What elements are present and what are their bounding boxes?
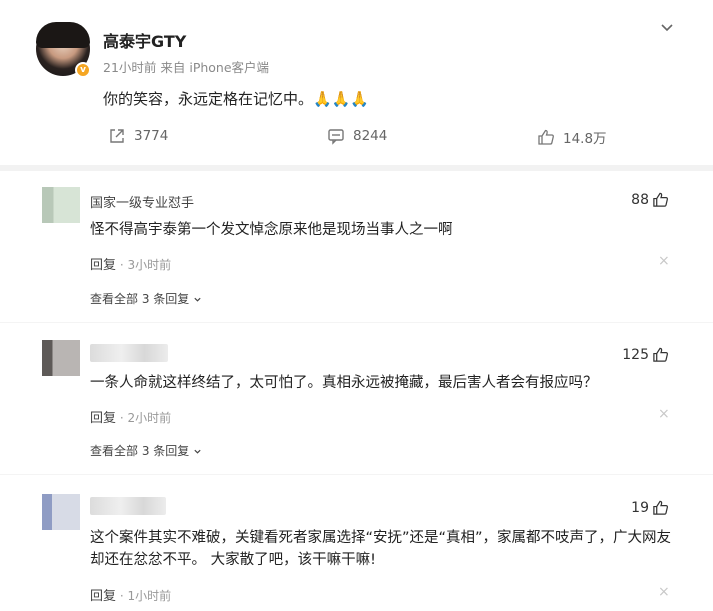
post-meta: 21小时前 来自 iPhone客户端 [103, 60, 270, 75]
author-avatar-hair [36, 22, 90, 48]
comment-text: 这个案件其实不难破，关键看死者家属选择“安抚”还是“真相”，家属都不吱声了，广大… [90, 530, 672, 568]
comment-footer: 回复 · 1小时前 [90, 585, 171, 604]
chevron-down-small-icon [194, 449, 201, 454]
comment-time: · 1小时前 [119, 589, 172, 603]
comment-text: 一条人命就这样终结了，太可怕了。真相永远被掩藏，最后害人者会有报应吗？ [90, 375, 598, 391]
close-icon[interactable]: × [658, 253, 670, 269]
reply-button[interactable]: 回复 [90, 411, 116, 426]
close-icon[interactable]: × [658, 406, 670, 422]
comment-icon [328, 129, 344, 145]
author-name[interactable]: 高泰宇GTY [103, 28, 186, 52]
chevron-down-small-icon [194, 297, 201, 302]
comment-separator [0, 474, 713, 475]
repost-count: 3774 [134, 128, 169, 144]
commenter-avatar[interactable] [42, 187, 80, 223]
comment-like-button[interactable]: 125 [622, 346, 669, 363]
verified-badge-icon: v [75, 62, 91, 78]
view-replies-label: 查看全部 3 条回复 [90, 292, 190, 306]
comment-text: 怪不得高宇泰第一个发文悼念原来他是现场当事人之一啊 [90, 222, 453, 238]
comment-count: 8244 [353, 128, 388, 144]
close-icon[interactable]: × [658, 584, 670, 600]
reply-button[interactable]: 回复 [90, 258, 116, 273]
like-icon [653, 192, 668, 207]
like-icon [653, 347, 668, 362]
comment-footer: 回复 · 3小时前 [90, 254, 171, 273]
commenter-name-blurred[interactable] [90, 497, 166, 515]
comment-time: · 3小时前 [119, 258, 172, 272]
like-count: 14.8万 [563, 131, 607, 147]
commenter-avatar[interactable] [42, 340, 80, 376]
comment-like-button[interactable]: 88 [631, 191, 669, 208]
reply-button[interactable]: 回复 [90, 589, 116, 604]
comment-like-count: 88 [631, 191, 649, 208]
chevron-down-icon[interactable] [660, 20, 674, 34]
commenter-name[interactable]: 国家一级专业怼手 [90, 192, 194, 211]
section-divider [0, 165, 713, 171]
repost-button[interactable]: 3774 [108, 127, 168, 145]
weibo-post: v 高泰宇GTY 21小时前 来自 iPhone客户端 你的笑容，永远定格在记忆… [0, 0, 713, 165]
view-replies-link[interactable]: 查看全部 3 条回复 [90, 290, 202, 307]
comment-footer: 回复 · 2小时前 [90, 407, 171, 426]
comment-like-button[interactable]: 19 [631, 499, 669, 516]
comment-like-count: 125 [622, 346, 649, 363]
view-replies-link[interactable]: 查看全部 3 条回复 [90, 442, 202, 459]
commenter-avatar[interactable] [42, 494, 80, 530]
post-text: 你的笑容，永远定格在记忆中。🙏🙏🙏 [103, 90, 370, 108]
view-replies-label: 查看全部 3 条回复 [90, 444, 190, 458]
repost-icon [110, 129, 124, 143]
comment-separator [0, 322, 713, 323]
comment-button[interactable]: 8244 [327, 127, 387, 145]
comment-like-count: 19 [631, 499, 649, 516]
comment-time: · 2小时前 [119, 411, 172, 425]
like-button[interactable]: 14.8万 [537, 127, 607, 147]
like-icon [653, 500, 668, 515]
like-icon [538, 129, 554, 145]
commenter-name-blurred[interactable] [90, 344, 168, 362]
